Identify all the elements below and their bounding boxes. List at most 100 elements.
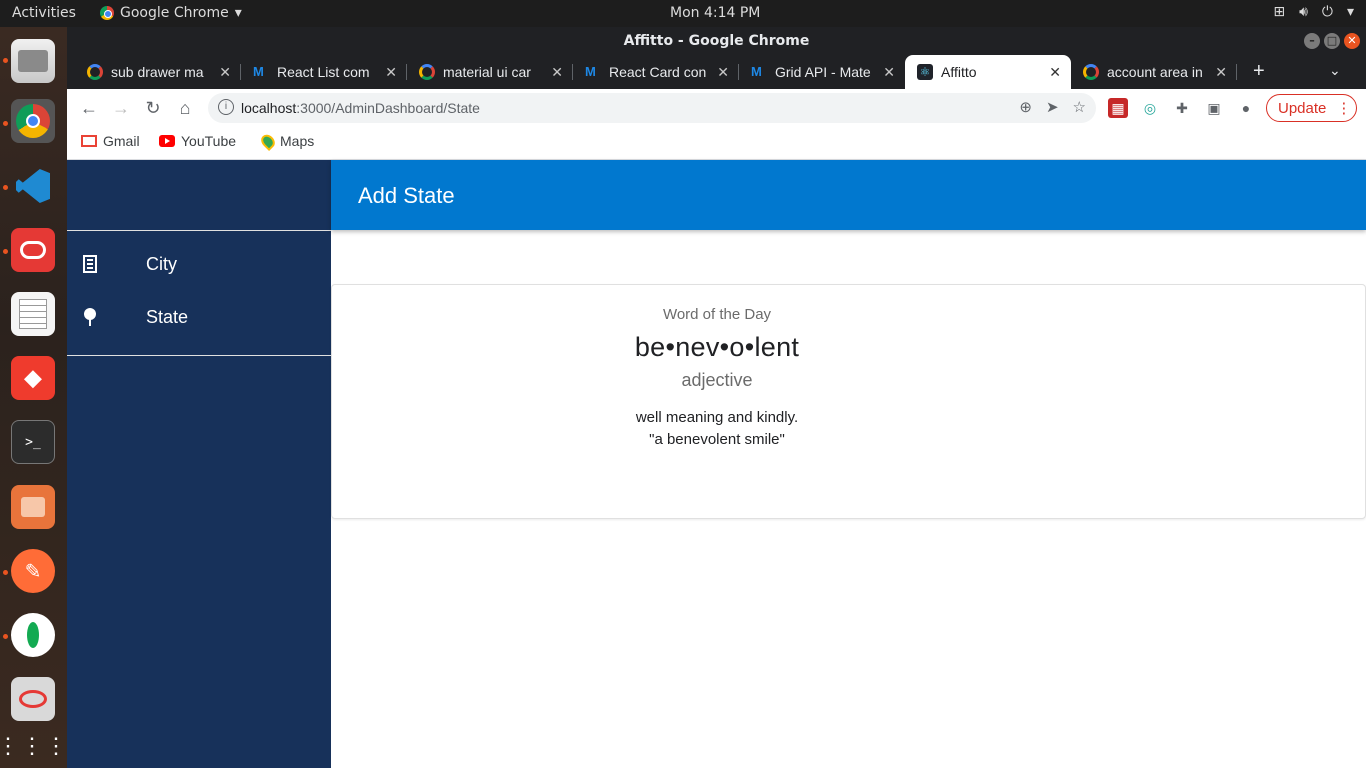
forward-arrow-icon[interactable]: → [109, 96, 133, 120]
system-tray[interactable]: ⊞ 🔊︎ ⏻ ▾ [1273, 4, 1354, 20]
tab-label: material ui car [443, 64, 531, 80]
app-bar: Add State [331, 160, 1366, 230]
tab[interactable]: M React List com ✕ [241, 55, 407, 89]
caret-down-icon: ▾ [234, 5, 242, 21]
show-applications-icon[interactable]: ⋮⋮⋮ [0, 724, 67, 768]
tab-divider [1236, 64, 1237, 80]
close-tab-icon[interactable]: ✕ [1215, 64, 1227, 81]
running-indicator [3, 121, 8, 126]
app-menu-label: Google Chrome [120, 5, 229, 21]
word-of-day-card: Word of the Day be•nev•o•lent adjective … [331, 284, 1366, 519]
zoom-icon[interactable]: ⊕ [1019, 98, 1032, 116]
reload-icon[interactable]: ↻ [141, 96, 165, 120]
maximize-icon[interactable]: □ [1324, 33, 1340, 49]
tab[interactable]: sub drawer ma ✕ [75, 55, 241, 89]
close-tab-icon[interactable]: ✕ [1049, 64, 1061, 81]
update-button[interactable]: Update ⋮ [1266, 94, 1357, 122]
tab-label: React Card con [609, 64, 707, 80]
tab-search-chevron-icon[interactable]: ⌄ [1329, 62, 1341, 79]
url-text[interactable]: localhost:3000/AdminDashboard/State [241, 100, 480, 116]
side-panel-icon[interactable]: ▣ [1204, 98, 1224, 118]
google-icon [87, 64, 103, 80]
send-icon[interactable]: ➤ [1046, 98, 1059, 116]
card-example: "a benevolent smile" [649, 431, 785, 448]
bookmark-youtube[interactable]: YouTube [159, 133, 236, 149]
tab-label: Affitto [941, 64, 977, 80]
text-editor-icon[interactable] [11, 292, 55, 336]
profile-avatar-icon[interactable]: ● [1236, 98, 1256, 118]
extension-icon[interactable]: ▦ [1108, 98, 1128, 118]
tab-label: Grid API - Mate [775, 64, 871, 80]
update-label: Update [1278, 99, 1327, 117]
bookmark-label: Maps [280, 133, 315, 149]
kebab-menu-icon: ⋮ [1336, 100, 1352, 117]
mui-icon: M [751, 64, 762, 79]
close-tab-icon[interactable]: ✕ [717, 64, 729, 81]
running-indicator [3, 58, 8, 63]
extension-icon[interactable]: ◎ [1140, 98, 1160, 118]
card-part-of-speech: adjective [681, 370, 753, 390]
vscode-icon[interactable] [11, 164, 55, 208]
terminal-icon[interactable]: >_ [11, 420, 55, 464]
tab-strip: sub drawer ma ✕ M React List com ✕ mater… [67, 55, 1366, 89]
app-menu[interactable]: Google Chrome ▾ [100, 5, 242, 21]
address-bar[interactable]: i localhost:3000/AdminDashboard/State ⊕ … [208, 93, 1096, 123]
archive-folder-icon[interactable] [11, 485, 55, 529]
clock[interactable]: Mon 4:14 PM [670, 5, 760, 21]
drawer-header [67, 160, 331, 231]
postman-icon[interactable]: ✎ [11, 549, 55, 593]
files-manager-icon[interactable] [11, 39, 55, 83]
bookmark-gmail[interactable]: Gmail [81, 133, 140, 149]
tab[interactable]: M React Card con ✕ [573, 55, 739, 89]
extensions-area: ▦ ◎ ✚ ▣ ● [1108, 98, 1256, 118]
caret-down-icon: ▾ [1346, 4, 1354, 20]
tab[interactable]: material ui car ✕ [407, 55, 573, 89]
site-info-icon[interactable]: i [218, 99, 234, 115]
running-indicator [3, 185, 8, 190]
close-window-icon[interactable]: ✕ [1344, 33, 1360, 49]
card-definition-block: well meaning and kindly. "a benevolent s… [332, 407, 1102, 451]
network-icon: ⊞ [1273, 4, 1286, 20]
window-controls: – □ ✕ [1304, 33, 1360, 49]
drawer-item-city[interactable]: City [67, 238, 331, 291]
tab-label: account area in [1107, 64, 1203, 80]
chrome-app-icon[interactable] [11, 99, 55, 143]
new-tab-plus-icon[interactable]: + [1253, 60, 1265, 83]
url-path: :3000/AdminDashboard/State [296, 100, 480, 116]
dock: ◆ >_ ✎ ⋮⋮⋮ [0, 27, 67, 768]
mui-icon: M [585, 64, 596, 79]
activities-button[interactable]: Activities [12, 5, 76, 21]
drawer-item-label: City [146, 254, 177, 274]
close-tab-icon[interactable]: ✕ [219, 64, 231, 81]
close-tab-icon[interactable]: ✕ [551, 64, 563, 81]
home-icon[interactable]: ⌂ [173, 96, 197, 120]
card-overline: Word of the Day [662, 306, 772, 323]
tab[interactable]: account area in ✕ [1071, 55, 1237, 89]
card-word: be•nev•o•lent [634, 332, 800, 362]
mongodb-compass-icon[interactable] [11, 613, 55, 657]
anydesk-icon[interactable]: ◆ [11, 356, 55, 400]
remote-desktop-icon[interactable] [11, 677, 55, 721]
minimize-icon[interactable]: – [1304, 33, 1320, 49]
bookmark-label: Gmail [103, 133, 140, 149]
google-icon [1083, 64, 1099, 80]
back-arrow-icon[interactable]: ← [77, 96, 101, 120]
tab-active[interactable]: ⚛ Affitto ✕ [905, 55, 1071, 89]
puzzle-extensions-icon[interactable]: ✚ [1172, 98, 1192, 118]
running-indicator [3, 249, 8, 254]
running-indicator [3, 634, 8, 639]
bookmark-star-icon[interactable]: ☆ [1073, 98, 1086, 116]
chat-app-icon[interactable] [11, 228, 55, 272]
url-host: localhost [241, 100, 297, 116]
bookmark-label: YouTube [181, 133, 237, 149]
os-top-bar: Activities Google Chrome ▾ Mon 4:14 PM ⊞… [0, 0, 1366, 27]
bookmark-maps[interactable]: Maps [258, 131, 315, 151]
drawer-item-state[interactable]: State [67, 291, 331, 344]
close-tab-icon[interactable]: ✕ [385, 64, 397, 81]
tab[interactable]: M Grid API - Mate ✕ [739, 55, 905, 89]
page-title: Add State [358, 183, 455, 208]
youtube-icon [159, 135, 175, 147]
admin-drawer: City State [67, 160, 331, 768]
close-tab-icon[interactable]: ✕ [883, 64, 895, 81]
pin-icon [83, 307, 99, 328]
